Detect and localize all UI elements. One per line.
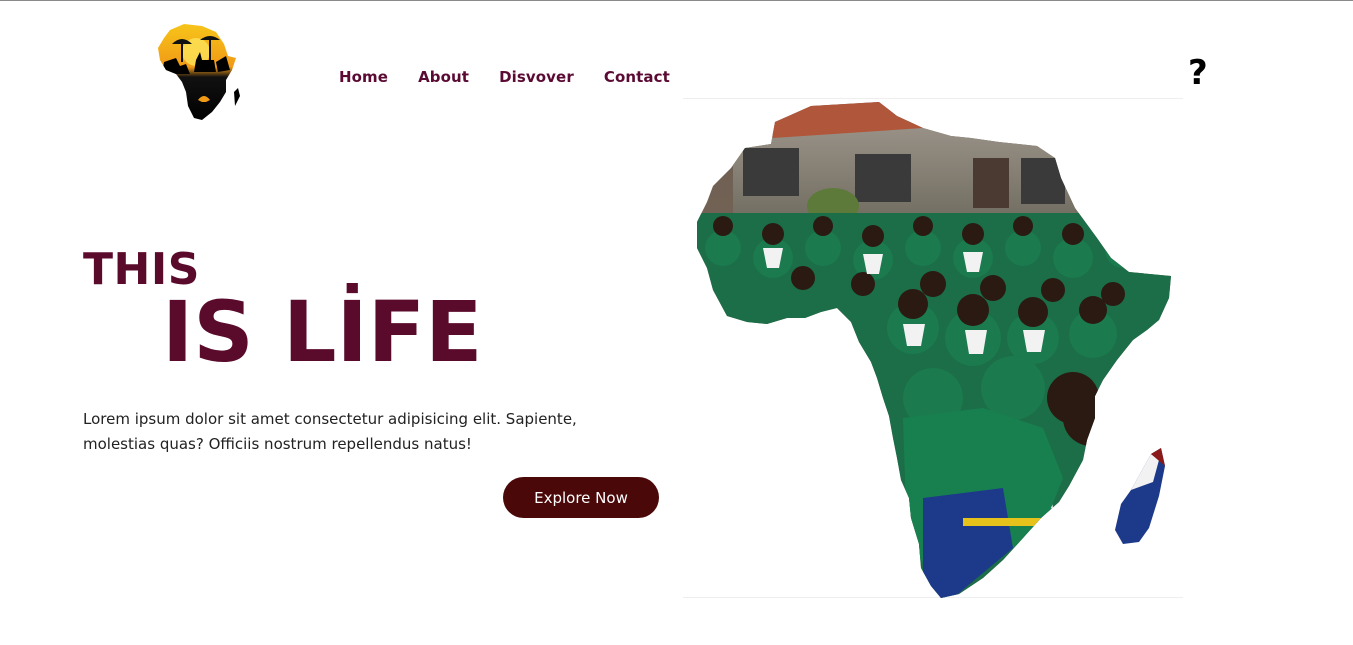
nav-contact[interactable]: Contact (604, 68, 670, 86)
hero-description: Lorem ipsum dolor sit amet consectetur a… (83, 410, 577, 453)
logo[interactable] (156, 22, 242, 122)
question-mark-icon[interactable]: ? (1188, 56, 1208, 90)
nav-home[interactable]: Home (339, 68, 388, 86)
main-nav: Home About Disvover Contact (339, 68, 670, 86)
africa-map-logo-icon (158, 24, 240, 120)
hero-title-line-2: IS LİFE (162, 283, 483, 381)
nav-discover[interactable]: Disvover (499, 68, 574, 86)
hero-image (683, 98, 1183, 598)
africa-map-photo-icon (697, 102, 1171, 598)
nav-about[interactable]: About (418, 68, 469, 86)
top-border (0, 0, 1353, 1)
explore-now-button[interactable]: Explore Now (503, 477, 659, 518)
page: Home About Disvover Contact ? THIS IS Lİ… (0, 0, 1353, 645)
